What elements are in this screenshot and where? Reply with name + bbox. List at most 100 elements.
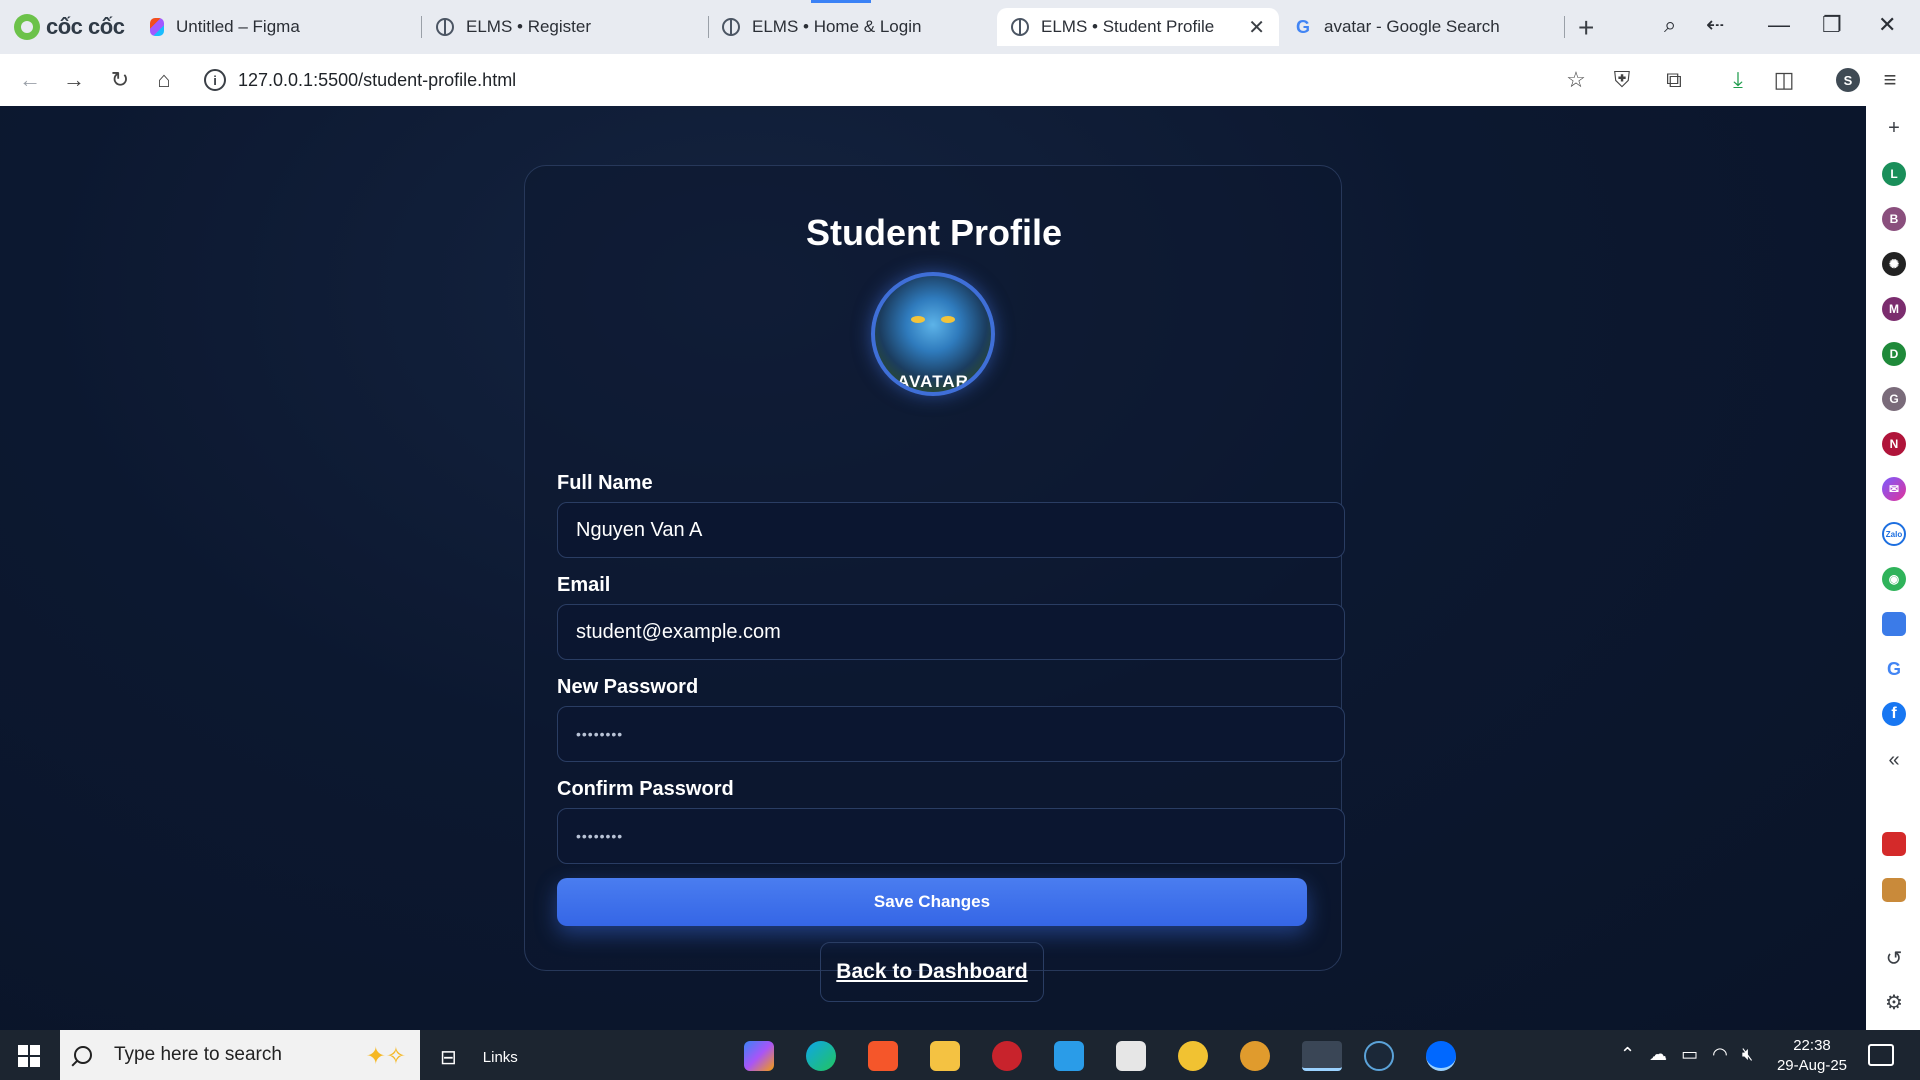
close-window-icon[interactable]: ✕ bbox=[1878, 12, 1896, 38]
search-placeholder: Type here to search bbox=[114, 1044, 282, 1065]
close-tab-icon[interactable]: ✕ bbox=[1248, 15, 1265, 40]
profile-card: Student Profile AVATAR Full Name Email N… bbox=[524, 165, 1345, 1002]
back-arrow-icon[interactable]: ← bbox=[16, 66, 44, 94]
google-icon: G bbox=[1295, 16, 1310, 37]
shield-icon[interactable]: ⛨ bbox=[1608, 66, 1636, 94]
figma-icon bbox=[150, 18, 164, 36]
page-title: Student Profile bbox=[805, 212, 1062, 253]
coccoc-taskbar-icon[interactable] bbox=[1302, 1041, 1342, 1071]
onedrive-icon[interactable]: ☁ bbox=[1649, 1044, 1667, 1065]
sidebar-app-80-icon[interactable] bbox=[1882, 832, 1906, 856]
forward-arrow-icon[interactable]: → bbox=[60, 66, 88, 94]
full-name-input[interactable] bbox=[557, 502, 1345, 558]
home-icon[interactable]: ⌂ bbox=[150, 66, 178, 94]
sidebar-app-d[interactable]: D bbox=[1882, 342, 1906, 366]
sparkle-icon: ✦✧ bbox=[365, 1043, 406, 1070]
file-explorer-icon[interactable] bbox=[930, 1041, 960, 1071]
sidebar-app-m[interactable]: M bbox=[1882, 297, 1906, 321]
restore-icon[interactable]: ❐ bbox=[1822, 12, 1842, 38]
edge-icon[interactable] bbox=[806, 1041, 836, 1071]
confirm-password-input[interactable] bbox=[557, 808, 1345, 864]
brave-icon[interactable] bbox=[868, 1041, 898, 1071]
red-app-icon[interactable] bbox=[992, 1041, 1022, 1071]
coccoc-logo-icon bbox=[14, 14, 40, 40]
tab-label: ELMS • Home & Login bbox=[752, 17, 922, 36]
email-label: Email bbox=[557, 574, 611, 596]
email-input[interactable] bbox=[557, 604, 1345, 660]
tab-label: avatar - Google Search bbox=[1324, 17, 1500, 36]
save-changes-button[interactable]: Save Changes bbox=[557, 878, 1307, 926]
links-label: Links bbox=[482, 1049, 518, 1066]
browser-brand[interactable]: cốc cốc bbox=[14, 12, 125, 42]
sidebar-app-n[interactable]: N bbox=[1882, 432, 1906, 456]
globe-icon bbox=[436, 18, 454, 36]
copilot-icon[interactable] bbox=[744, 1041, 774, 1071]
globe-icon bbox=[722, 18, 740, 36]
bookmark-star-icon[interactable]: ☆ bbox=[1562, 66, 1590, 94]
tab-google-search[interactable]: G avatar - Google Search bbox=[1280, 8, 1570, 46]
minimize-icon[interactable]: — bbox=[1768, 12, 1790, 38]
taskbar-clock[interactable]: 22:38 29-Aug-25 bbox=[1772, 1036, 1852, 1076]
search-icon bbox=[74, 1046, 92, 1064]
profile-avatar-image: AVATAR bbox=[871, 272, 995, 396]
tab-elms-student-profile[interactable]: ELMS • Student Profile ✕ bbox=[997, 8, 1279, 46]
tab-search-icon[interactable]: ⌕ bbox=[1664, 12, 1676, 38]
clock-time: 22:38 bbox=[1793, 1037, 1831, 1054]
add-sidebar-app-icon[interactable]: + bbox=[1880, 114, 1908, 142]
taskbar-links[interactable]: ⊟ Links bbox=[440, 1045, 518, 1070]
sidebar-app-b[interactable]: B bbox=[1882, 207, 1906, 231]
url-text: 127.0.0.1:5500/student-profile.html bbox=[238, 69, 517, 90]
new-password-input[interactable] bbox=[557, 706, 1345, 762]
avatar-image-caption: AVATAR bbox=[897, 372, 969, 391]
sidebar-app-g[interactable]: G bbox=[1882, 387, 1906, 411]
new-tab-icon[interactable]: + bbox=[1578, 12, 1594, 44]
photos-app-icon[interactable] bbox=[1116, 1041, 1146, 1071]
sidebar-app-l[interactable]: L bbox=[1882, 162, 1906, 186]
game-app-icon[interactable] bbox=[1240, 1041, 1270, 1071]
browser-tab-strip: cốc cốc Untitled – Figma ELMS • Register… bbox=[0, 0, 1920, 54]
history-icon[interactable]: ↺ bbox=[1880, 944, 1908, 972]
google-icon[interactable]: G bbox=[1882, 657, 1906, 681]
site-info-icon[interactable]: i bbox=[204, 69, 226, 91]
reload-icon[interactable]: ↻ bbox=[106, 66, 134, 94]
facebook-icon[interactable]: f bbox=[1882, 702, 1906, 726]
task-view-icon[interactable]: ⊟ bbox=[440, 1045, 457, 1070]
profile-avatar[interactable]: S bbox=[1836, 68, 1860, 92]
windows-start-icon[interactable] bbox=[18, 1045, 40, 1067]
wifi-icon[interactable]: ◠ bbox=[1712, 1044, 1728, 1065]
translate-icon[interactable] bbox=[1882, 612, 1906, 636]
tab-elms-register[interactable]: ELMS • Register bbox=[422, 8, 708, 46]
zalo-taskbar-icon[interactable] bbox=[1426, 1041, 1456, 1071]
loading-indicator bbox=[811, 0, 871, 3]
chevron-up-icon[interactable]: ⌃ bbox=[1620, 1044, 1635, 1065]
download-icon[interactable]: ⤓ bbox=[1724, 66, 1752, 94]
zalo-icon[interactable]: Zalo bbox=[1882, 522, 1906, 546]
tab-figma[interactable]: Untitled – Figma bbox=[136, 8, 426, 46]
back-history-icon[interactable]: ⇠ bbox=[1706, 12, 1724, 38]
chatgpt-icon[interactable]: ✺ bbox=[1882, 252, 1906, 276]
sidebar-game-icon[interactable] bbox=[1882, 878, 1906, 902]
steam-icon[interactable] bbox=[1364, 1041, 1394, 1071]
tab-label: ELMS • Student Profile bbox=[1041, 17, 1215, 36]
avatar-eye-graphic bbox=[911, 316, 925, 323]
address-bar[interactable]: i 127.0.0.1:5500/student-profile.html bbox=[196, 62, 1576, 98]
notifications-icon[interactable] bbox=[1868, 1044, 1894, 1066]
battery-icon[interactable]: ▭ bbox=[1681, 1044, 1698, 1065]
vscode-icon[interactable] bbox=[1054, 1041, 1084, 1071]
collapse-sidebar-icon[interactable]: « bbox=[1880, 746, 1908, 774]
browser-sidebar: + L B ✺ M D G N ✉ Zalo ◉ G f « ↺ ⚙ bbox=[1866, 106, 1920, 1030]
taskbar-search[interactable]: Type here to search ✦✧ bbox=[60, 1030, 420, 1080]
browser-toolbar: ← → ↻ ⌂ i 127.0.0.1:5500/student-profile… bbox=[0, 54, 1920, 106]
back-to-dashboard-link[interactable]: Back to Dashboard bbox=[836, 960, 1027, 984]
tab-elms-home[interactable]: ELMS • Home & Login bbox=[708, 8, 998, 46]
messenger-icon[interactable]: ✉ bbox=[1882, 477, 1906, 501]
globe-icon bbox=[1011, 18, 1029, 36]
settings-gear-icon[interactable]: ⚙ bbox=[1880, 988, 1908, 1016]
split-view-icon[interactable]: ◫ bbox=[1770, 66, 1798, 94]
volume-muted-icon[interactable]: 🔇︎ bbox=[1742, 1044, 1753, 1065]
game-controller-icon[interactable]: ◉ bbox=[1882, 567, 1906, 591]
yellow-app-icon[interactable] bbox=[1178, 1041, 1208, 1071]
confirm-password-label: Confirm Password bbox=[557, 778, 734, 800]
menu-icon[interactable]: ≡ bbox=[1876, 66, 1904, 94]
extensions-puzzle-icon[interactable]: ⧉ bbox=[1660, 66, 1688, 94]
